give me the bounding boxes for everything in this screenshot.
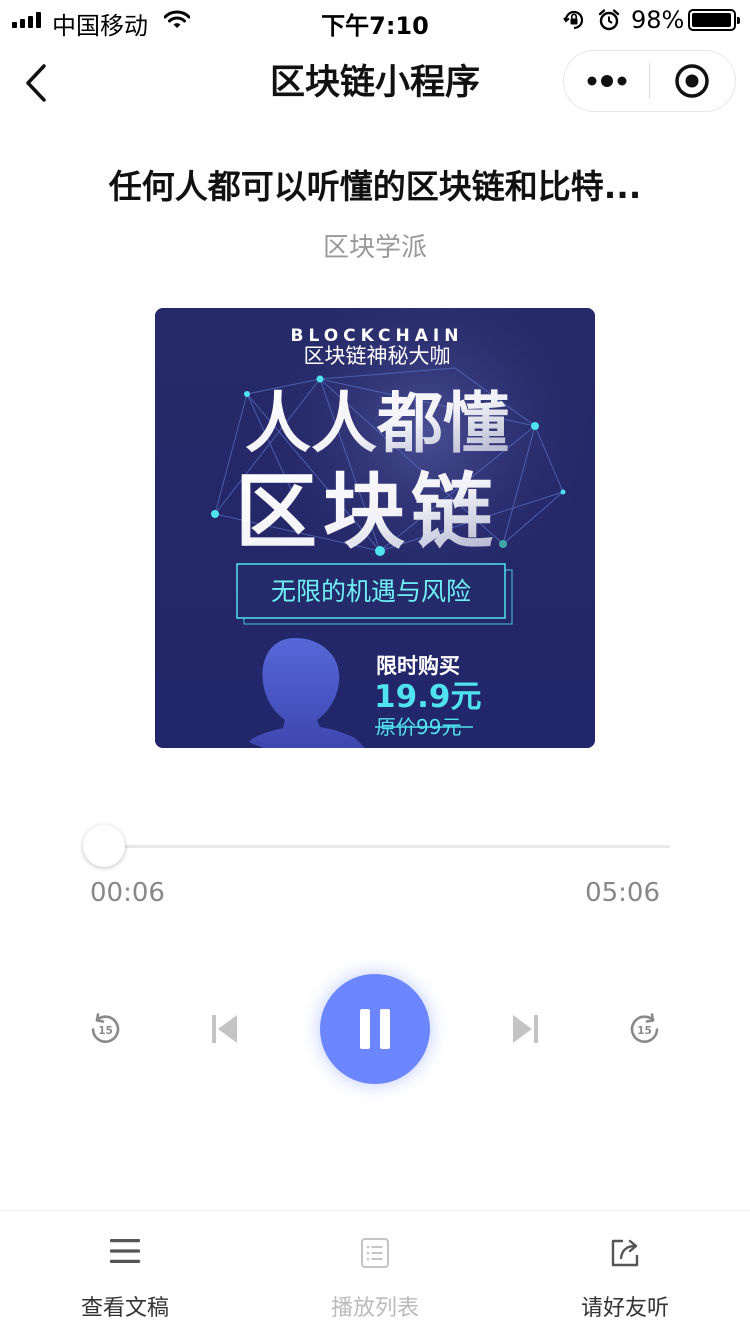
more-button[interactable] [564,51,649,111]
cover-header-en: BLOCKCHAIN [291,326,464,346]
close-miniprogram-button[interactable] [650,51,735,111]
tab-share-with-friends[interactable]: 请好友听 [500,1211,750,1334]
next-track-button[interactable] [500,1004,550,1054]
share-icon [611,1239,639,1267]
progress-thumb[interactable] [82,825,125,867]
tab-label-transcript: 查看文稿 [80,1296,169,1321]
cover-headline-line1: 人人都懂 [245,385,509,462]
playlist-icon [361,1238,389,1268]
album-cover: BLOCKCHAIN 区块链神秘大咖 人人都懂 区块链 无限的机遇与风险 限时购… [155,308,595,748]
track-title: 任何人都可以听懂的区块链和比特... [108,167,642,206]
tab-label-playlist: 播放列表 [330,1296,419,1321]
cover-subtitle: 无限的机遇与风险 [271,577,471,606]
promo-price: 19.9元 [374,679,482,715]
status-bar: 中国移动 下午7:10 98% [0,0,750,40]
tab-label-share: 请好友听 [580,1296,669,1321]
skip-next-icon [513,1015,538,1043]
more-dots-icon [587,75,626,87]
battery-icon [688,9,740,31]
battery-level-fill [692,13,731,27]
forward-15-icon: 15 [630,1013,659,1043]
alarm-icon [597,8,621,38]
mini-program-capsule [563,50,736,112]
pause-icon [360,1009,390,1049]
menu-lines-icon [110,1239,140,1263]
cover-headline-line2: 区块链 [235,465,499,560]
progress-bar[interactable] [92,845,670,848]
forward-15-button[interactable]: 15 [620,1004,670,1054]
current-time: 00:06 [90,878,165,908]
total-time: 05:06 [585,878,660,908]
target-circle-icon [675,64,710,98]
promo-label: 限时购买 [376,654,460,678]
tab-playlist[interactable]: 播放列表 [250,1211,500,1334]
svg-text:15: 15 [637,1025,652,1037]
tab-view-transcript[interactable]: 查看文稿 [0,1211,250,1334]
rewind-15-icon: 15 [91,1013,120,1043]
skip-previous-icon [212,1015,237,1043]
track-author: 区块学派 [322,233,427,263]
pause-button[interactable] [320,974,430,1084]
battery-percent: 98% [631,6,685,34]
svg-text:15: 15 [98,1025,113,1037]
previous-track-button[interactable] [200,1004,250,1054]
cover-header-cn: 区块链神秘大咖 [304,344,451,368]
rewind-15-button[interactable]: 15 [80,1004,130,1054]
bottom-tab-bar: 查看文稿 播放列表 请好友听 [0,1210,750,1334]
rotation-lock-icon [562,8,586,38]
